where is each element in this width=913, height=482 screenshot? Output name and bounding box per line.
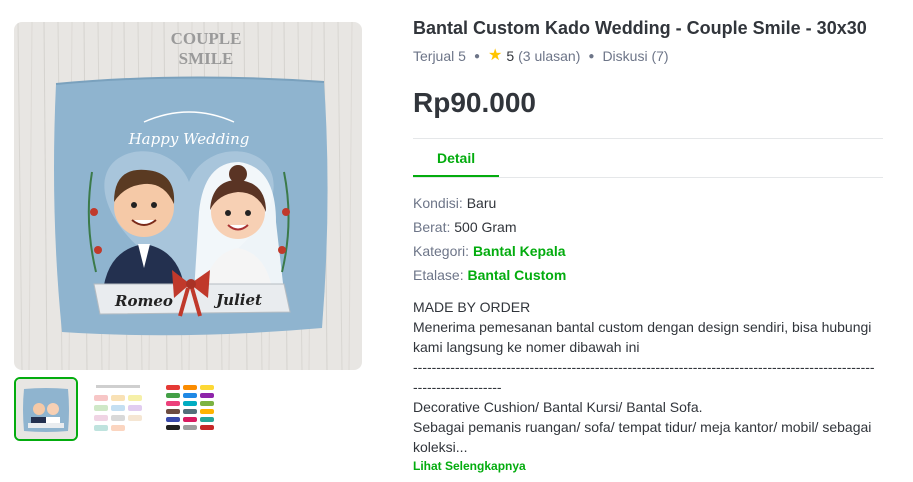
- banner-text: Happy Wedding: [128, 130, 250, 148]
- category-link[interactable]: Bantal Kepala: [473, 243, 566, 259]
- thumbnail-color-chart[interactable]: [158, 377, 222, 441]
- discussion-link[interactable]: Diskusi (7): [602, 48, 668, 64]
- spec-category-key: Kategori:: [413, 243, 473, 259]
- product-title: Bantal Custom Kado Wedding - Couple Smil…: [413, 18, 867, 38]
- thumbnail-couple-pillow[interactable]: [14, 377, 78, 441]
- showcase-link[interactable]: Bantal Custom: [467, 267, 566, 283]
- read-more-link[interactable]: Lihat Selengkapnya: [413, 459, 526, 473]
- separator-dot: ●: [588, 50, 595, 62]
- image-header-line-1: COUPLE: [171, 29, 242, 48]
- product-description: MADE BY ORDER Menerima pemesanan bantal …: [413, 299, 875, 455]
- product-price: Rp90.000: [413, 87, 536, 118]
- thumbnail-strip: [14, 377, 222, 441]
- spec-condition-key: Kondisi:: [413, 195, 467, 211]
- sold-count: 5: [458, 48, 466, 64]
- sold-label: Terjual: [413, 48, 455, 64]
- spec-weight: Berat: 500 Gram: [413, 215, 883, 239]
- image-header-line-2: SMILE: [179, 49, 234, 68]
- separator-dot: ●: [473, 50, 480, 62]
- spec-showcase: Etalase: Bantal Custom: [413, 263, 883, 287]
- discussion-count: (7): [651, 48, 669, 64]
- spec-weight-key: Berat:: [413, 219, 455, 235]
- spec-category: Kategori: Bantal Kepala: [413, 239, 883, 263]
- product-meta: Terjual 5 ● ★ 5 (3 ulasan) ● Diskusi (7): [413, 46, 883, 66]
- discussion-label: Diskusi: [602, 48, 648, 64]
- rating-value: 5: [506, 48, 515, 64]
- review-count-link[interactable]: (3 ulasan): [518, 48, 580, 64]
- spec-condition-value: Baru: [466, 195, 497, 211]
- product-info: Bantal Custom Kado Wedding - Couple Smil…: [413, 16, 883, 475]
- product-specs: Kondisi: Baru Berat: 500 Gram Kategori: …: [413, 191, 883, 287]
- spec-showcase-key: Etalase:: [413, 267, 468, 283]
- detail-tabs: Detail: [413, 139, 883, 178]
- thumbnail-pastel-color-chart[interactable]: [86, 377, 150, 441]
- spec-condition: Kondisi: Baru: [413, 191, 883, 215]
- tab-detail[interactable]: Detail: [413, 139, 500, 177]
- spec-weight-value: 500 Gram: [454, 219, 517, 235]
- product-main-image[interactable]: COUPLE SMILE Happy Wedding Romeo Juliet: [14, 22, 362, 370]
- star-icon: ★: [487, 47, 503, 64]
- name-right: Juliet: [213, 291, 262, 309]
- name-left: Romeo: [114, 292, 173, 310]
